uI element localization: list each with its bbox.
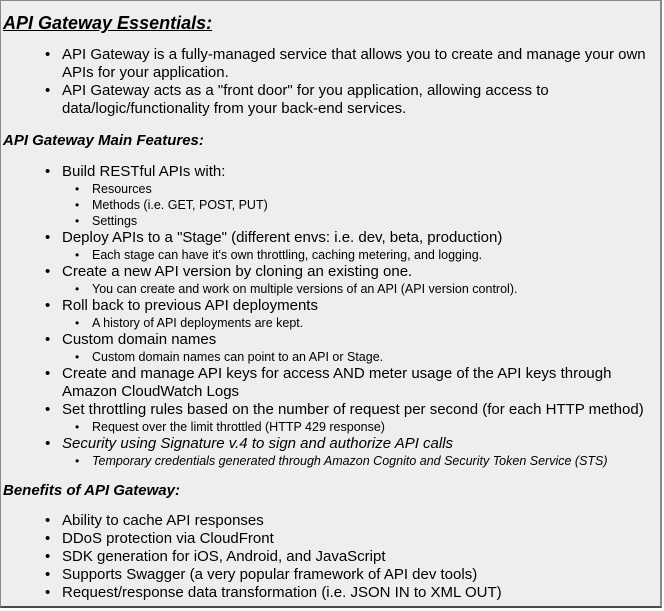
list-item: Roll back to previous API deployments A …	[1, 297, 662, 331]
list-item: Create and manage API keys for access AN…	[1, 365, 662, 401]
sub-list-item: Methods (i.e. GET, POST, PUT)	[62, 197, 662, 213]
sub-list-item: Request over the limit throttled (HTTP 4…	[62, 419, 662, 435]
benefits-list: Ability to cache API responses DDoS prot…	[1, 512, 662, 602]
list-item-text: Roll back to previous API deployments	[62, 297, 318, 314]
list-item-text: Set throttling rules based on the number…	[62, 401, 644, 418]
sub-list: Request over the limit throttled (HTTP 4…	[62, 419, 662, 435]
list-item: Build RESTful APIs with: Resources Metho…	[1, 163, 662, 229]
list-item-text: Build RESTful APIs with:	[62, 163, 226, 180]
sub-list-item: Resources	[62, 181, 662, 197]
list-item-text: Create and manage API keys for access AN…	[62, 365, 612, 400]
sub-list-item: Each stage can have it's own throttling,…	[62, 247, 662, 263]
list-item-text: Create a new API version by cloning an e…	[62, 263, 413, 280]
essentials-list: API Gateway is a fully-managed service t…	[1, 46, 662, 118]
list-item: Ability to cache API responses	[1, 512, 662, 530]
list-item: Create a new API version by cloning an e…	[1, 263, 662, 297]
sub-list-item: Temporary credentials generated through …	[62, 453, 662, 469]
list-item: API Gateway is a fully-managed service t…	[1, 46, 662, 82]
essentials-heading: API Gateway Essentials:	[3, 13, 213, 33]
features-list: Build RESTful APIs with: Resources Metho…	[1, 163, 662, 469]
sub-list: A history of API deployments are kept.	[62, 315, 662, 331]
sub-list-item: You can create and work on multiple vers…	[62, 281, 662, 297]
list-item-text: Security using Signature v.4 to sign and…	[62, 435, 454, 452]
list-item: Supports Swagger (a very popular framewo…	[1, 566, 662, 584]
sub-list: You can create and work on multiple vers…	[62, 281, 662, 297]
sub-list: Custom domain names can point to an API …	[62, 349, 662, 365]
list-item: Request/response data transformation (i.…	[1, 584, 662, 602]
notes-page: API Gateway Essentials: API Gateway is a…	[0, 0, 662, 608]
sub-list-item: Custom domain names can point to an API …	[62, 349, 662, 365]
list-item: API Gateway acts as a "front door" for y…	[1, 82, 662, 118]
list-item-text: Deploy APIs to a "Stage" (different envs…	[62, 229, 503, 246]
list-item: Custom domain names Custom domain names …	[1, 331, 662, 365]
sub-list: Temporary credentials generated through …	[62, 453, 662, 469]
list-item-text: Custom domain names	[62, 331, 217, 348]
list-item: Deploy APIs to a "Stage" (different envs…	[1, 229, 662, 263]
features-heading: API Gateway Main Features:	[3, 132, 204, 149]
list-item: SDK generation for iOS, Android, and Jav…	[1, 548, 662, 566]
list-item: Security using Signature v.4 to sign and…	[1, 435, 662, 469]
benefits-heading: Benefits of API Gateway:	[3, 482, 180, 499]
sub-list-item: A history of API deployments are kept.	[62, 315, 662, 331]
sub-list-item: Settings	[62, 213, 662, 229]
sub-list: Each stage can have it's own throttling,…	[62, 247, 662, 263]
list-item: DDoS protection via CloudFront	[1, 530, 662, 548]
sub-list: Resources Methods (i.e. GET, POST, PUT) …	[62, 181, 662, 229]
list-item: Set throttling rules based on the number…	[1, 401, 662, 435]
